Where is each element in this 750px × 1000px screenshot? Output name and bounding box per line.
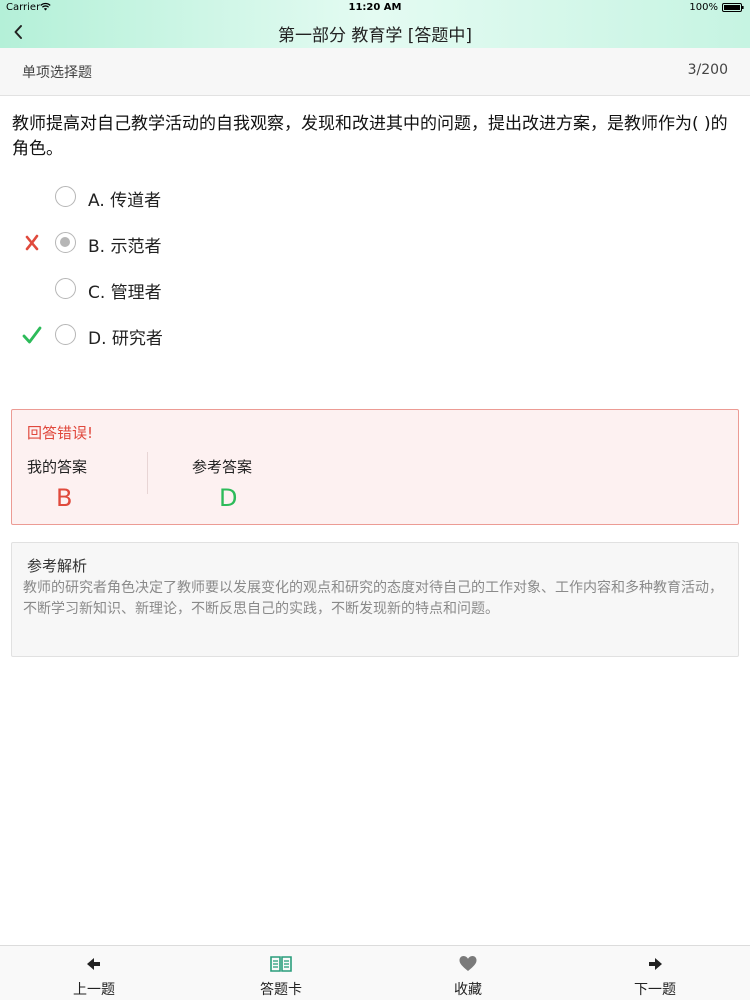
battery-percent: 100%: [689, 2, 718, 13]
nav-bar: 第一部分 教育学 [答题中]: [0, 16, 750, 48]
page-title: 第一部分 教育学 [答题中]: [277, 26, 473, 46]
arrow-left-icon: [87, 958, 100, 970]
question-text: 教师提高对自己教学活动的自我观察，发现和改进其中的问题，提出改进方案，是教师作为…: [12, 114, 728, 159]
reference-answer-value: D: [219, 484, 238, 512]
question-type: 单项选择题: [22, 65, 92, 81]
book-icon: [270, 956, 292, 972]
my-answer-value: B: [56, 484, 73, 512]
option-d-radio[interactable]: [55, 324, 76, 345]
option-d[interactable]: D. 研究者: [0, 317, 750, 353]
tab-favorite[interactable]: 收藏: [408, 946, 528, 1000]
result-title: 回答错误!: [27, 424, 94, 442]
option-c[interactable]: C. 管理者: [0, 271, 750, 307]
tab-previous-label: 上一题: [73, 982, 115, 998]
tab-favorite-label: 收藏: [454, 982, 482, 998]
option-b[interactable]: B. 示范者: [0, 225, 750, 261]
my-answer-label: 我的答案: [27, 458, 88, 476]
option-b-radio[interactable]: [55, 232, 76, 253]
option-a[interactable]: A. 传道者: [0, 179, 750, 215]
option-c-radio[interactable]: [55, 278, 76, 299]
analysis-title: 参考解析: [27, 557, 88, 575]
check-mark-icon: [22, 326, 42, 344]
option-d-label: D. 研究者: [88, 329, 163, 349]
heart-icon: [459, 956, 477, 971]
tab-previous-question[interactable]: 上一题: [34, 946, 154, 1000]
wrong-mark-icon: [25, 234, 39, 251]
analysis-text: 教师的研究者角色决定了教师要以发展变化的观点和研究的态度对待自己的工作对象、工作…: [23, 580, 723, 617]
option-c-label: C. 管理者: [88, 283, 162, 303]
reference-answer-label: 参考答案: [192, 458, 253, 476]
tab-answer-card[interactable]: 答题卡: [221, 946, 341, 1000]
answer-result-box: 回答错误! 我的答案 参考答案 B D: [11, 409, 739, 525]
question-progress: 3/200: [687, 62, 728, 78]
option-b-label: B. 示范者: [88, 237, 162, 257]
option-a-radio[interactable]: [55, 186, 76, 207]
tab-next-label: 下一题: [634, 982, 676, 998]
status-bar: Carrier 11:20 AM 100%: [0, 0, 750, 16]
battery-icon: [722, 3, 744, 12]
tab-next-question[interactable]: 下一题: [595, 946, 715, 1000]
arrow-right-icon: [649, 958, 662, 970]
bottom-tab-bar: 上一题 答题卡 收藏 下一题: [0, 945, 750, 1000]
option-a-label: A. 传道者: [88, 191, 162, 211]
result-divider: [147, 452, 148, 494]
tab-answer-card-label: 答题卡: [260, 982, 302, 998]
question-sub-header: 单项选择题 3/200: [0, 48, 750, 96]
analysis-box: 参考解析 教师的研究者角色决定了教师要以发展变化的观点和研究的态度对待自己的工作…: [11, 542, 739, 657]
status-time: 11:20 AM: [348, 2, 402, 13]
